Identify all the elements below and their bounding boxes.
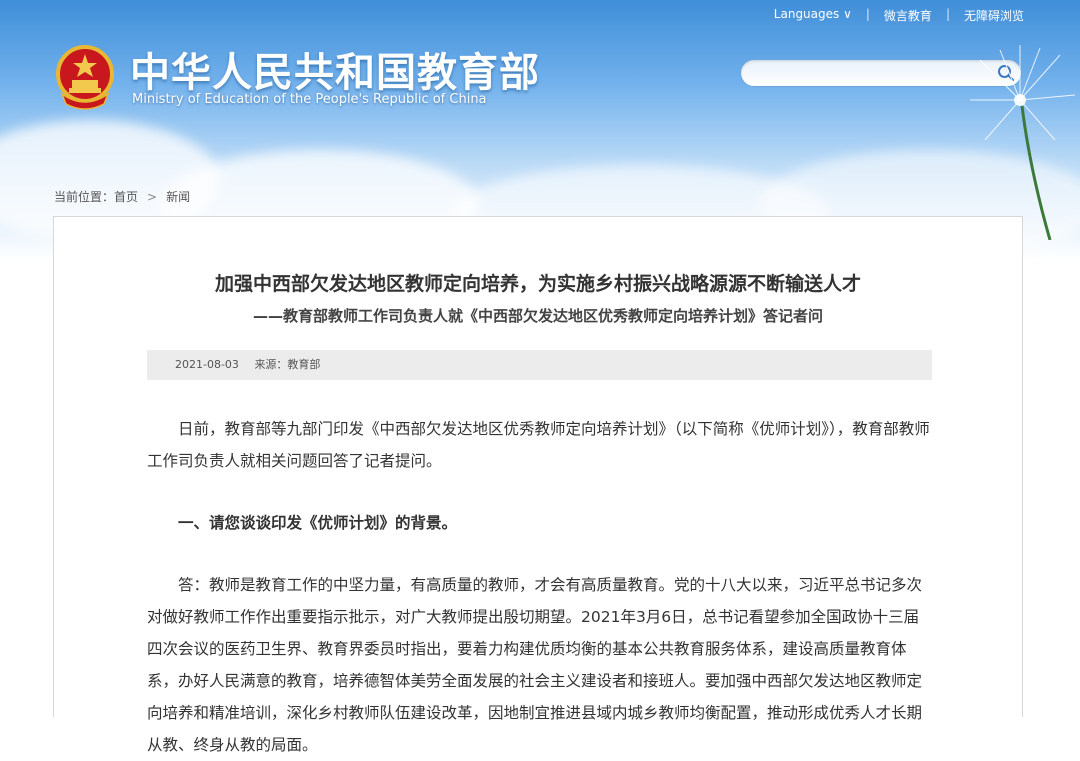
breadcrumb-home-link[interactable]: 首页 xyxy=(114,190,138,204)
site-title: 中华人民共和国教育部 xyxy=(130,50,540,96)
site-subtitle-english: Ministry of Education of the People's Re… xyxy=(132,92,487,107)
languages-link[interactable]: Languages ∨ xyxy=(774,7,852,24)
article-body: 日前，教育部等九部门印发《中西部欠发达地区优秀教师定向培养计划》（以下简称《优师… xyxy=(147,413,932,761)
article-panel: 加强中西部欠发达地区教师定向培养，为实施乡村振兴战略源源不断输送人才 ——教育部… xyxy=(53,216,1023,754)
article-date: 2021-08-03 xyxy=(175,358,239,371)
article-meta: 2021-08-03 来源：教育部 xyxy=(147,350,932,380)
article-source: 来源：教育部 xyxy=(254,358,321,371)
article-title: 加强中西部欠发达地区教师定向培养，为实施乡村振兴战略源源不断输送人才 xyxy=(214,273,861,295)
nav-divider: | xyxy=(945,7,950,21)
dandelion-decoration xyxy=(970,45,1076,240)
breadcrumb-current[interactable]: 新闻 xyxy=(166,190,190,204)
accessibility-link[interactable]: 无障碍浏览 xyxy=(964,7,1024,24)
national-emblem-icon xyxy=(56,45,114,110)
top-nav: Languages ∨ | 微言教育 | 无障碍浏览 xyxy=(774,7,1024,24)
paragraph: 答：教师是教育工作的中坚力量，有高质量的教师，才会有高质量教育。党的十八大以来，… xyxy=(147,576,923,754)
article-subtitle: ——教育部教师工作司负责人就《中西部欠发达地区优秀教师定向培养计划》答记者问 xyxy=(252,307,823,325)
breadcrumb-label: 当前位置： xyxy=(54,190,115,204)
weiyan-education-link[interactable]: 微言教育 xyxy=(884,7,932,24)
breadcrumb: 当前位置：首页 > 新闻 xyxy=(54,188,190,205)
question-heading: 一、请您谈谈印发《优师计划》的背景。 xyxy=(178,514,458,532)
paragraph: 日前，教育部等九部门印发《中西部欠发达地区优秀教师定向培养计划》（以下简称《优师… xyxy=(147,420,930,470)
nav-divider: | xyxy=(865,7,870,21)
breadcrumb-separator: > xyxy=(147,190,158,204)
